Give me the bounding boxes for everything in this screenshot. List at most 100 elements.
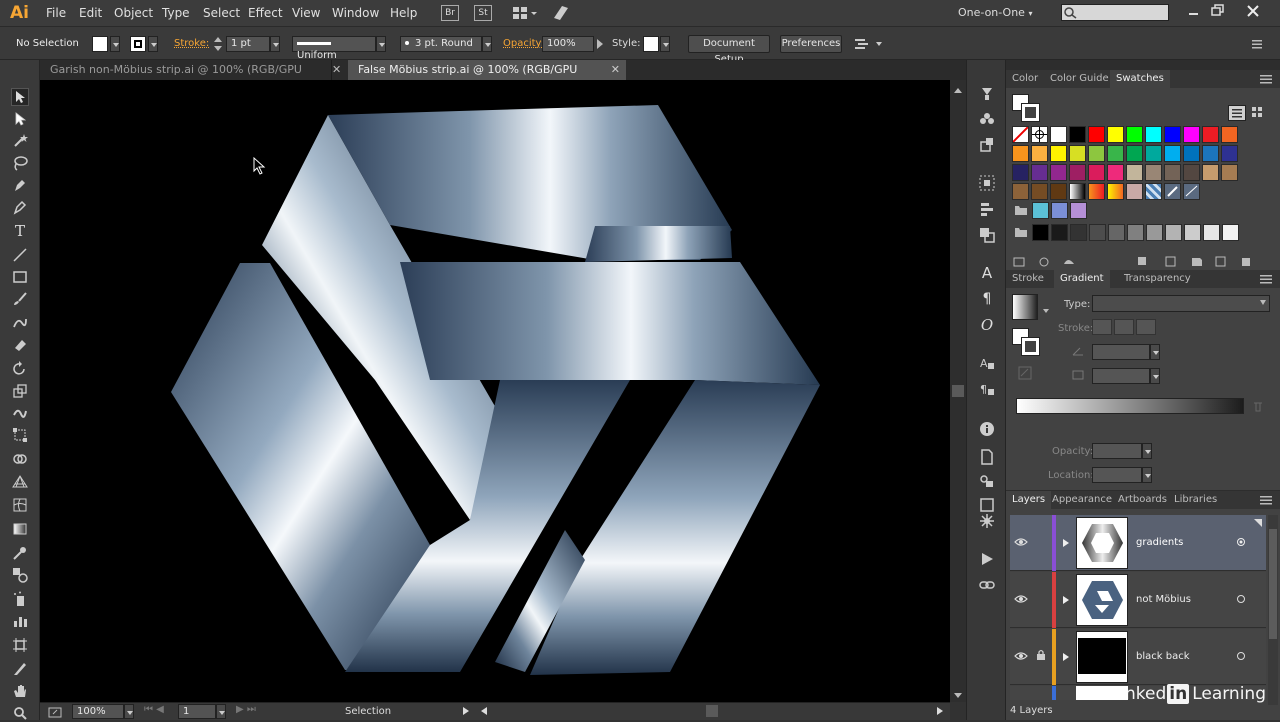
swatch-group-2[interactable] (1051, 202, 1068, 219)
slice-tool-icon[interactable] (11, 660, 29, 678)
swatch-gray-1[interactable] (1032, 224, 1049, 241)
tab-layers[interactable]: Layers (1006, 491, 1052, 509)
menu-help[interactable]: Help (390, 6, 417, 20)
magic-wand-tool-icon[interactable] (11, 132, 29, 150)
transparency-panel-icon[interactable] (978, 226, 996, 244)
gradient-type-select[interactable] (1092, 295, 1270, 312)
gradient-location-field[interactable] (1092, 467, 1142, 483)
scroll-down-arrow[interactable] (953, 690, 963, 703)
gradient-thumbnail[interactable] (1012, 294, 1038, 320)
expand-arrow-icon[interactable] (1062, 538, 1070, 551)
gradient-location-dropdown[interactable] (1142, 467, 1152, 483)
layer-name[interactable]: gradients (1136, 537, 1183, 548)
swatch-r3-7[interactable] (1126, 164, 1143, 181)
tab-stroke[interactable]: Stroke (1006, 270, 1050, 288)
layer-name[interactable]: black back (1136, 651, 1190, 662)
menu-effect[interactable]: Effect (248, 6, 283, 20)
target-circle-icon[interactable] (1236, 651, 1246, 664)
document-icon[interactable] (978, 448, 996, 466)
opacity-field[interactable]: 100% (542, 36, 594, 52)
swatch-orange-red[interactable] (1221, 126, 1238, 143)
swatch-gray-6[interactable] (1127, 224, 1144, 241)
swatch-r3-5[interactable] (1088, 164, 1105, 181)
false-mobius-artwork[interactable] (40, 80, 950, 702)
swatch-gray-8[interactable] (1165, 224, 1182, 241)
swatch-r4-4[interactable] (1069, 183, 1086, 200)
layer-row-black-back[interactable]: black back (1010, 629, 1266, 685)
current-tool-status[interactable]: Selection (345, 706, 391, 717)
line-segment-tool-icon[interactable] (11, 246, 29, 264)
swatch-group-3[interactable] (1070, 202, 1087, 219)
swatch-gray-5[interactable] (1108, 224, 1125, 241)
opentype-panel-icon[interactable]: O (978, 316, 996, 334)
artboard-tool-icon[interactable] (11, 636, 29, 654)
swatch-r3-2[interactable] (1031, 164, 1048, 181)
swatch-white[interactable] (1050, 126, 1067, 143)
swatch-r3-9[interactable] (1164, 164, 1181, 181)
gradient-panel-menu-icon[interactable] (1260, 274, 1272, 287)
expand-arrow-icon[interactable] (1062, 595, 1070, 608)
swatch-r4-10[interactable] (1183, 183, 1200, 200)
paragraph-styles-icon[interactable]: ¶ (978, 380, 996, 398)
status-menu-arrow[interactable] (462, 706, 470, 719)
workspace-switcher[interactable]: One-on-One ▾ (958, 6, 1032, 19)
character-panel-icon[interactable]: A (978, 264, 996, 282)
stroke-swatch[interactable] (130, 36, 146, 52)
style-dropdown[interactable] (660, 36, 670, 52)
symbols-panel-icon[interactable] (978, 110, 996, 128)
layer-row-not-mobius[interactable]: not Möbius (1010, 572, 1266, 628)
swatch-gray-3[interactable] (1070, 224, 1087, 241)
opacity-arrow[interactable] (596, 38, 604, 50)
swatch-red[interactable] (1088, 126, 1105, 143)
document-info-icon[interactable] (978, 420, 996, 438)
menu-type[interactable]: Type (162, 6, 190, 20)
align-panel-icon[interactable] (978, 174, 996, 192)
expand-arrow-icon[interactable] (1062, 652, 1070, 665)
swatch-yellow[interactable] (1107, 126, 1124, 143)
visibility-eye-icon[interactable] (1014, 594, 1028, 607)
pathfinder-panel-icon[interactable] (978, 200, 996, 218)
zoom-dropdown[interactable] (124, 704, 134, 719)
tab-false-mobius[interactable]: False Möbius strip.ai @ 100% (RGB/GPU Pr… (348, 60, 626, 95)
swatch-r3-1[interactable] (1012, 164, 1029, 181)
links-panel-icon[interactable] (978, 472, 996, 490)
gradient-thumbnail-dropdown[interactable] (1042, 304, 1050, 317)
rotate-tool-icon[interactable] (11, 360, 29, 378)
swatch-gray-7[interactable] (1146, 224, 1163, 241)
gradient-slider[interactable] (1016, 398, 1244, 414)
control-panel-menu-icon[interactable] (1250, 37, 1264, 51)
tab-libraries[interactable]: Libraries (1168, 491, 1223, 509)
export-icon[interactable] (48, 706, 62, 721)
preferences-button[interactable]: Preferences (780, 35, 842, 53)
angle-field[interactable] (1092, 344, 1150, 360)
swatch-r2-8[interactable] (1145, 145, 1162, 162)
horizontal-scroll-thumb[interactable] (706, 705, 718, 717)
band-notch[interactable] (585, 226, 732, 262)
brush-dropdown[interactable] (482, 36, 492, 52)
close-tab-icon-garish[interactable]: ✕ (332, 60, 346, 80)
menu-window[interactable]: Window (332, 6, 379, 20)
gradient-opacity-field[interactable] (1092, 443, 1142, 459)
stroke-gradient-options[interactable] (1092, 319, 1164, 335)
hand-tool-icon[interactable] (11, 682, 29, 700)
swatch-r4-6[interactable] (1107, 183, 1124, 200)
swatch-r2-3[interactable] (1050, 145, 1067, 162)
app-logo[interactable]: Ai (10, 3, 29, 23)
swatch-r3-3[interactable] (1050, 164, 1067, 181)
swatch-gray-2[interactable] (1051, 224, 1068, 241)
target-circle-icon[interactable] (1236, 594, 1246, 607)
gradient-tool-icon[interactable] (11, 520, 29, 538)
zoom-level-field[interactable]: 100% (72, 704, 124, 719)
aspect-ratio-field[interactable] (1092, 368, 1150, 384)
swatches-panel-menu-icon[interactable] (1260, 74, 1272, 87)
target-circle-icon[interactable] (1236, 537, 1246, 550)
paragraph-panel-icon[interactable]: ¶ (978, 290, 996, 308)
actions-panel-icon[interactable] (978, 550, 996, 568)
swatch-r2-9[interactable] (1164, 145, 1181, 162)
transform-panel-icon[interactable] (978, 136, 996, 154)
warp-tool-icon[interactable] (11, 404, 29, 422)
swatch-r3-12[interactable] (1221, 164, 1238, 181)
stock-button[interactable]: St (474, 5, 492, 21)
vertical-scrollbar[interactable] (950, 80, 966, 702)
layer-name[interactable]: not Möbius (1136, 594, 1191, 605)
